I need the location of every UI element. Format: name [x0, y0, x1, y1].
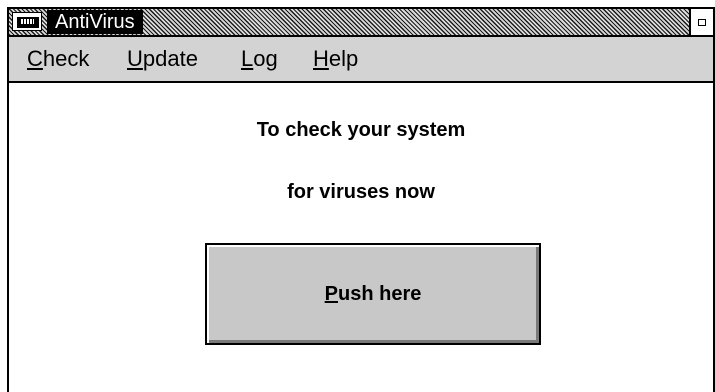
system-menu-frame	[17, 17, 39, 28]
menu-bar: Check Update Log Help	[9, 37, 713, 83]
push-here-text: ush here	[337, 283, 422, 305]
menu-update[interactable]: Update	[127, 46, 198, 72]
system-menu-glyph	[21, 19, 34, 24]
instruction-line-1: To check your system	[256, 119, 466, 141]
title-bar[interactable]: AntiVirus	[9, 9, 713, 37]
instruction-line-2: for viruses now	[287, 181, 435, 203]
push-here-mnemonic: P	[324, 283, 338, 305]
minimize-button[interactable]	[689, 9, 713, 35]
menu-help-label: elp	[328, 46, 359, 71]
menu-help[interactable]: Help	[313, 46, 358, 72]
menu-update-mnemonic: U	[127, 46, 143, 71]
menu-log-mnemonic: L	[241, 46, 254, 71]
push-here-label: Push here	[325, 283, 422, 306]
menu-check[interactable]: Check	[27, 46, 89, 72]
menu-update-label: pdate	[142, 46, 198, 71]
menu-log[interactable]: Log	[241, 46, 278, 72]
menu-check-label: heck	[42, 46, 90, 71]
push-here-button[interactable]: Push here	[205, 243, 541, 345]
antivirus-window: AntiVirus Check Update Log Help To check…	[7, 7, 715, 392]
menu-log-label: og	[253, 46, 278, 71]
window-title: AntiVirus	[47, 10, 143, 34]
client-area: To check your system for viruses now Pus…	[9, 83, 713, 392]
menu-help-mnemonic: H	[313, 46, 329, 71]
minimize-icon	[698, 19, 706, 26]
system-menu-icon[interactable]	[12, 12, 42, 31]
menu-check-mnemonic: C	[27, 46, 43, 71]
